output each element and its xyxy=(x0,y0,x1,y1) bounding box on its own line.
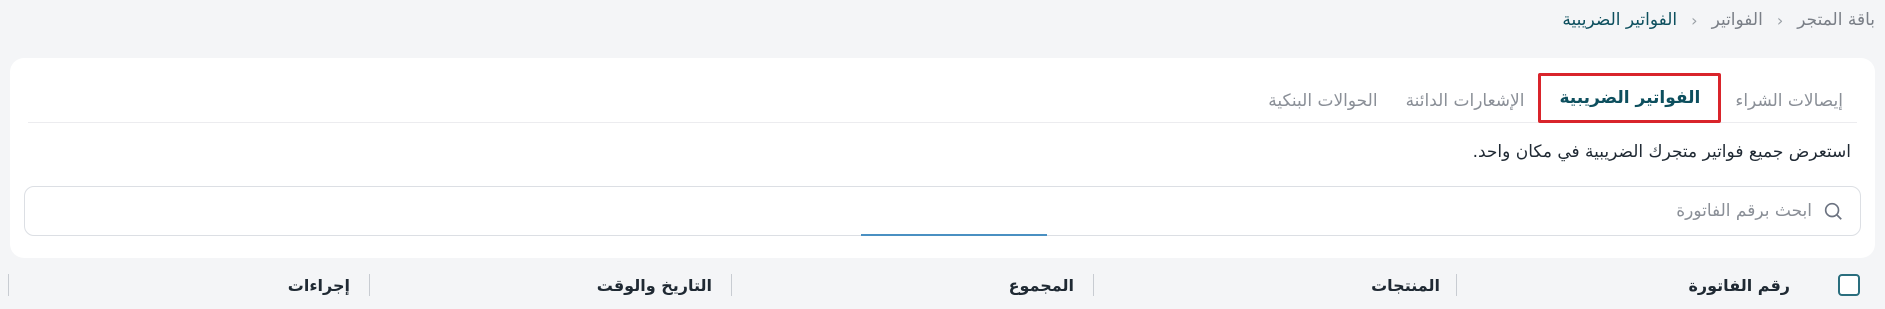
chevron-left-icon: ‹ xyxy=(1776,10,1784,30)
search-icon[interactable] xyxy=(1822,200,1844,222)
select-all-checkbox[interactable] xyxy=(1838,274,1860,296)
column-divider xyxy=(731,274,732,296)
column-date-time[interactable]: التاريخ والوقت xyxy=(597,276,712,295)
table-header: رقم الفاتورة المنتجات المجموع التاريخ وا… xyxy=(0,268,1885,304)
breadcrumb: باقة المتجر ‹ الفواتير ‹ الفواتير الضريب… xyxy=(1562,10,1875,30)
invoices-card: إيصالات الشراء الفواتير الضريبية الإشعار… xyxy=(10,58,1875,258)
tab-bank-transfers[interactable]: الحوالات البنكية xyxy=(1254,80,1391,123)
search-input[interactable] xyxy=(25,201,1812,221)
search-focus-indicator xyxy=(861,234,1047,236)
breadcrumb-item-tax-invoices: الفواتير الضريبية xyxy=(1562,10,1678,30)
tab-purchase-receipts[interactable]: إيصالات الشراء xyxy=(1721,80,1857,123)
breadcrumb-item-invoices[interactable]: الفواتير xyxy=(1712,10,1763,30)
tab-bar: إيصالات الشراء الفواتير الضريبية الإشعار… xyxy=(28,73,1857,123)
tab-tax-invoices[interactable]: الفواتير الضريبية xyxy=(1538,73,1722,123)
breadcrumb-item-store-plan[interactable]: باقة المتجر xyxy=(1797,10,1875,30)
search-box[interactable] xyxy=(24,186,1861,236)
page-description: استعرض جميع فواتير متجرك الضريبية في مكا… xyxy=(1472,142,1851,162)
column-products[interactable]: المنتجات xyxy=(1371,276,1440,295)
column-divider xyxy=(369,274,370,296)
column-divider xyxy=(1093,274,1094,296)
column-total[interactable]: المجموع xyxy=(1009,276,1074,295)
tab-credit-notes[interactable]: الإشعارات الدائنة xyxy=(1392,80,1539,123)
column-divider xyxy=(1456,274,1457,296)
chevron-left-icon: ‹ xyxy=(1691,10,1698,30)
column-divider xyxy=(8,274,9,296)
column-actions: إجراءات xyxy=(287,276,350,295)
column-invoice-number[interactable]: رقم الفاتورة xyxy=(1688,276,1790,295)
